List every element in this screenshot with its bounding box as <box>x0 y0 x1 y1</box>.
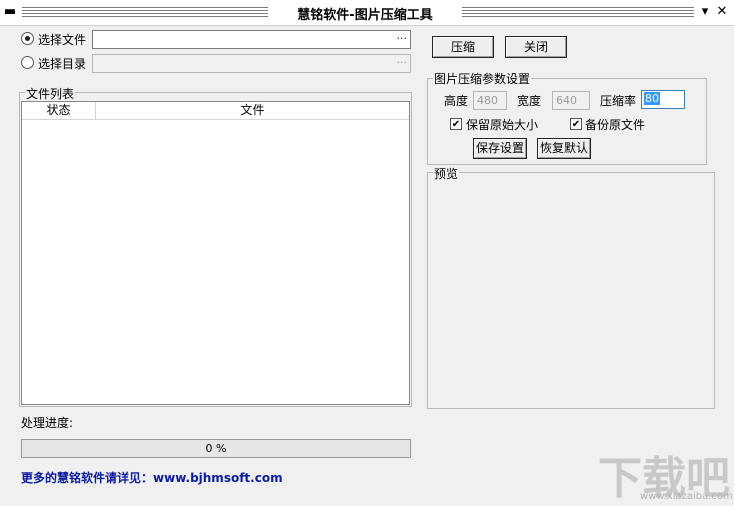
close-button-label: 关闭 <box>506 37 566 57</box>
compress-button[interactable]: 压缩 <box>432 36 494 58</box>
select-file-label: 选择文件 <box>38 33 87 47</box>
browse-dir-icon[interactable]: ··· <box>397 56 408 69</box>
backup-label: 备份原文件 <box>585 118 646 132</box>
file-list[interactable]: 状态 文件 <box>21 101 410 405</box>
compress-button-label: 压缩 <box>433 37 493 57</box>
save-settings-label: 保存设置 <box>474 139 526 158</box>
rate-label: 压缩率 <box>600 94 637 108</box>
rate-input[interactable]: 80 <box>641 90 685 109</box>
select-dir-label: 选择目录 <box>38 57 87 71</box>
select-dir-radio[interactable] <box>21 56 34 69</box>
preview-panel <box>427 172 715 409</box>
title-stripes-left <box>22 7 268 18</box>
watermark-url: www.xiazaiba.com <box>640 491 733 502</box>
window-title: 慧铭软件-图片压缩工具 <box>270 4 460 23</box>
keep-size-checkbox[interactable]: ✔ <box>450 118 462 130</box>
title-bar: ▬ 慧铭软件-图片压缩工具 ▾ ✕ <box>0 0 734 26</box>
title-stripes-right <box>462 7 694 18</box>
rate-value: 80 <box>644 92 660 105</box>
footer-prefix: 更多的慧铭软件请详见： <box>21 471 154 485</box>
column-header-file[interactable]: 文件 <box>96 102 409 120</box>
progress-text: 0 % <box>205 442 227 455</box>
width-label: 宽度 <box>517 94 542 108</box>
minimize-icon[interactable]: ▾ <box>697 4 713 20</box>
website-link[interactable]: www.bjhmsoft.com <box>153 471 283 485</box>
reset-default-button[interactable]: 恢复默认 <box>537 138 591 159</box>
height-label: 高度 <box>444 94 469 108</box>
reset-default-label: 恢复默认 <box>538 139 590 158</box>
height-input[interactable]: 480 <box>473 91 507 110</box>
progress-bar: 0 % <box>21 439 411 458</box>
column-header-status[interactable]: 状态 <box>22 102 96 120</box>
file-list-title: 文件列表 <box>25 85 76 102</box>
settings-title: 图片压缩参数设置 <box>433 70 532 87</box>
dir-path-input[interactable]: ··· <box>92 54 411 73</box>
select-file-radio[interactable] <box>21 32 34 45</box>
browse-file-icon[interactable]: ··· <box>397 32 408 45</box>
keep-size-label: 保留原始大小 <box>466 118 539 132</box>
width-input[interactable]: 640 <box>552 91 590 110</box>
preview-title: 预览 <box>433 165 460 182</box>
footer-text: 更多的慧铭软件请详见：www.bjhmsoft.com <box>21 469 283 486</box>
save-settings-button[interactable]: 保存设置 <box>473 138 527 159</box>
file-path-input[interactable]: ··· <box>92 30 411 49</box>
close-icon[interactable]: ✕ <box>714 4 730 20</box>
backup-checkbox[interactable]: ✔ <box>570 118 582 130</box>
close-button[interactable]: 关闭 <box>505 36 567 58</box>
progress-label: 处理进度: <box>21 416 74 430</box>
system-menu-icon[interactable]: ▬ <box>2 4 18 20</box>
